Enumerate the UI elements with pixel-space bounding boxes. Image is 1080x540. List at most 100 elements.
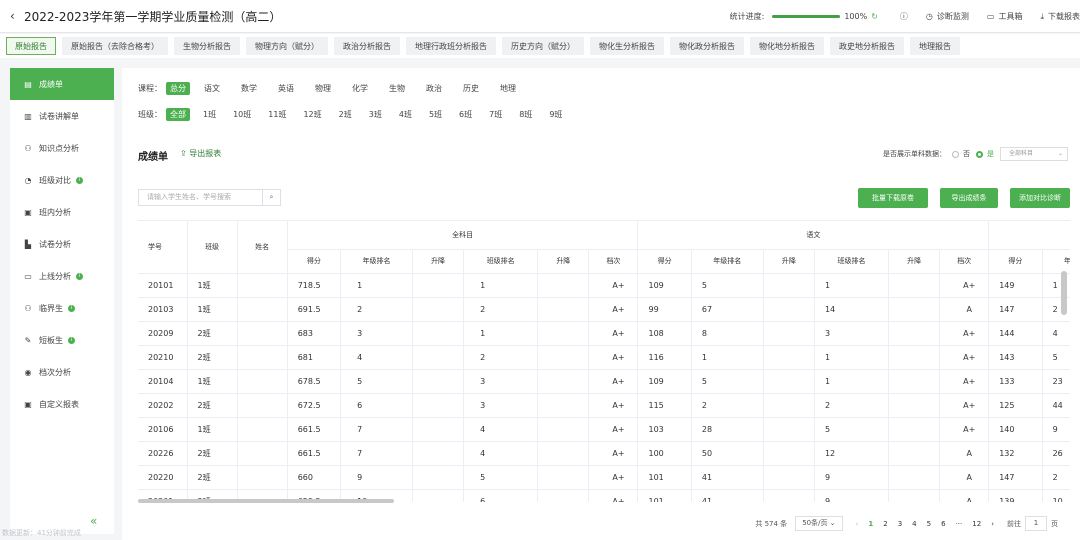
column-group-header: 语文 bbox=[637, 221, 990, 250]
report-tab[interactable]: 物化生分析报告 bbox=[590, 37, 664, 55]
toolbox-link[interactable]: 工具箱 bbox=[998, 11, 1022, 22]
report-tab[interactable]: 原始报告（去除合格考） bbox=[62, 37, 168, 55]
vertical-scrollbar[interactable] bbox=[1061, 271, 1067, 315]
table-row[interactable]: 20210 2班 681 4 2 A+ 116 1 1 A+ 143 5 bbox=[138, 345, 1070, 370]
table-row[interactable]: 20106 1班 661.5 7 4 A+ 103 28 5 A+ 140 9 bbox=[138, 417, 1070, 442]
pin-icon: ✎ bbox=[24, 335, 32, 345]
course-chip[interactable]: 生物 bbox=[385, 82, 409, 95]
sidebar-item[interactable]: ▭ 上线分析 i bbox=[10, 260, 114, 292]
next-page-icon[interactable]: › bbox=[991, 520, 994, 528]
radio-no[interactable] bbox=[952, 150, 959, 158]
course-chip[interactable]: 政治 bbox=[422, 82, 446, 95]
monitor-link[interactable]: 诊断监测 bbox=[937, 11, 969, 22]
add-compare-button[interactable]: 添加对比诊断 bbox=[1010, 188, 1070, 208]
table-cell: 101 bbox=[637, 465, 692, 490]
report-tab[interactable]: 政治分析报告 bbox=[334, 37, 400, 55]
report-tab[interactable]: 历史方向（赋分） bbox=[502, 37, 584, 55]
info-icon[interactable]: ⓘ bbox=[900, 11, 908, 22]
search-icon[interactable]: ⌕ bbox=[262, 190, 280, 205]
table-cell: A+ bbox=[588, 489, 639, 502]
table-row[interactable]: 20202 2班 672.5 6 3 A+ 115 2 2 A+ 125 44 bbox=[138, 393, 1070, 418]
sidebar-item[interactable]: ⚇ 临界生 i bbox=[10, 292, 114, 324]
sidebar-item[interactable]: ▣ 班内分析 bbox=[10, 196, 114, 228]
page-number[interactable]: 3 bbox=[898, 520, 902, 528]
page-number[interactable]: ··· bbox=[956, 520, 963, 528]
table-row[interactable]: 20103 1班 691.5 2 2 A+ 99 67 14 A 147 2 bbox=[138, 297, 1070, 322]
refresh-icon[interactable]: ↻ bbox=[871, 12, 878, 21]
report-tab[interactable]: 地理报告 bbox=[910, 37, 960, 55]
subject-select[interactable]: 全部科目 ⌄ bbox=[1000, 147, 1068, 161]
page-number[interactable]: 1 bbox=[868, 520, 873, 528]
column-subheader: 得分 bbox=[988, 249, 1043, 274]
course-chip[interactable]: 化学 bbox=[348, 82, 372, 95]
sidebar-item[interactable]: ✎ 短板生 i bbox=[10, 324, 114, 356]
table-row[interactable]: 20104 1班 678.5 5 3 A+ 109 5 1 A+ 133 23 bbox=[138, 369, 1070, 394]
sidebar-item[interactable]: ◉ 档次分析 bbox=[10, 356, 114, 388]
table-row[interactable]: 20209 2班 683 3 1 A+ 108 8 3 A+ 144 4 bbox=[138, 321, 1070, 346]
class-chip[interactable]: 4班 bbox=[395, 108, 416, 121]
report-tab[interactable]: 物化政分析报告 bbox=[670, 37, 744, 55]
class-chip[interactable]: 2班 bbox=[335, 108, 356, 121]
page-size-select[interactable]: 50条/页 ⌄ bbox=[795, 516, 843, 531]
table-cell: 9 bbox=[814, 465, 890, 490]
class-chip[interactable]: 全部 bbox=[166, 108, 190, 121]
class-chip[interactable]: 12班 bbox=[299, 108, 325, 121]
course-chip[interactable]: 总分 bbox=[166, 82, 190, 95]
column-header[interactable]: 学号 bbox=[138, 221, 188, 274]
class-chip[interactable]: 5班 bbox=[425, 108, 446, 121]
sidebar-item[interactable]: ▤ 成绩单 bbox=[10, 68, 114, 100]
report-tab[interactable]: 政史地分析报告 bbox=[830, 37, 904, 55]
table-cell: 28 bbox=[691, 417, 764, 442]
sidebar-item[interactable]: ▥ 试卷讲解单 bbox=[10, 100, 114, 132]
report-tab[interactable]: 地理行政班分析报告 bbox=[406, 37, 496, 55]
class-chip[interactable]: 7班 bbox=[485, 108, 506, 121]
page-number[interactable]: 12 bbox=[972, 520, 981, 528]
export-score-slip-button[interactable]: 导出成绩条 bbox=[940, 188, 998, 208]
page-number[interactable]: 2 bbox=[883, 520, 887, 528]
report-tab[interactable]: 原始报告 bbox=[6, 37, 56, 55]
table-row[interactable]: 20101 1班 718.5 1 1 A+ 109 5 1 A+ 149 1 bbox=[138, 273, 1070, 298]
sidebar-item[interactable]: ▣ 自定义报表 bbox=[10, 388, 114, 420]
page-number[interactable]: 6 bbox=[941, 520, 945, 528]
goto-page-input[interactable]: 1 bbox=[1025, 516, 1047, 531]
course-chip[interactable]: 地理 bbox=[496, 82, 520, 95]
box-icon: ▣ bbox=[24, 207, 32, 217]
export-report-link[interactable]: ⇪ 导出报表 bbox=[180, 148, 221, 159]
page-number[interactable]: 5 bbox=[927, 520, 931, 528]
table-row[interactable]: 20220 2班 660 9 5 A+ 101 41 9 A 147 2 bbox=[138, 465, 1070, 490]
report-tab[interactable]: 物理方向（赋分） bbox=[246, 37, 328, 55]
class-chip[interactable]: 9班 bbox=[545, 108, 566, 121]
sidebar-item[interactable]: ▙ 试卷分析 bbox=[10, 228, 114, 260]
sidebar-item[interactable]: ◔ 班级对比 i bbox=[10, 164, 114, 196]
prev-page-icon[interactable]: ‹ bbox=[856, 520, 859, 528]
chevron-left-icon[interactable]: ‹ bbox=[10, 9, 24, 23]
batch-download-button[interactable]: 批量下载原卷 bbox=[858, 188, 928, 208]
class-chip[interactable]: 11班 bbox=[264, 108, 290, 121]
course-chip[interactable]: 数学 bbox=[237, 82, 261, 95]
page-number[interactable]: 4 bbox=[912, 520, 916, 528]
table-cell: 99 bbox=[637, 297, 692, 322]
double-chevron-left-icon[interactable]: « bbox=[90, 514, 97, 528]
course-chip[interactable]: 物理 bbox=[311, 82, 335, 95]
class-chip[interactable]: 8班 bbox=[515, 108, 536, 121]
class-chip[interactable]: 1班 bbox=[199, 108, 220, 121]
course-chip[interactable]: 历史 bbox=[459, 82, 483, 95]
course-chip[interactable]: 英语 bbox=[274, 82, 298, 95]
student-search-input[interactable]: 请输入学生姓名、学号搜索 ⌕ bbox=[138, 189, 281, 206]
class-chip[interactable]: 6班 bbox=[455, 108, 476, 121]
horizontal-scrollbar[interactable] bbox=[138, 499, 394, 503]
report-tab[interactable]: 生物分析报告 bbox=[174, 37, 240, 55]
sidebar-item-label: 临界生 bbox=[39, 303, 63, 313]
class-chip[interactable]: 10班 bbox=[229, 108, 255, 121]
download-link[interactable]: 下载报表 bbox=[1048, 11, 1080, 22]
class-chip[interactable]: 3班 bbox=[365, 108, 386, 121]
report-tab[interactable]: 物化地分析报告 bbox=[750, 37, 824, 55]
sidebar-item[interactable]: ⚇ 知识点分析 bbox=[10, 132, 114, 164]
table-row[interactable]: 20226 2班 661.5 7 4 A+ 100 50 12 A 132 26 bbox=[138, 441, 1070, 466]
table-cell bbox=[412, 369, 465, 394]
radio-yes[interactable] bbox=[976, 150, 983, 158]
table-cell: 23 bbox=[1042, 369, 1070, 394]
table-cell: 20106 bbox=[138, 417, 188, 442]
course-chip[interactable]: 语文 bbox=[200, 82, 224, 95]
table-cell bbox=[237, 417, 288, 442]
